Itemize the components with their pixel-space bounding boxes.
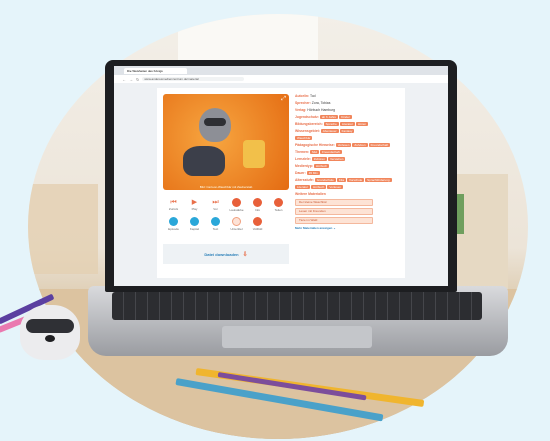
material-card: ⤢ Bild: Cartoon-Waschbär mit Zauberstab … <box>157 88 405 278</box>
browser-urlbar: ← → ↻ www.anderesmedienzentrum.de/materi… <box>114 75 448 83</box>
meta-author: Autor/in: Tod <box>295 94 316 98</box>
tag[interactable]: Fantasy <box>339 129 355 134</box>
trackpad <box>222 326 372 348</box>
laptop-screen: Die Weisheiten des Königs ← → ↻ www.ande… <box>114 66 448 286</box>
media-controls: ⏮ Zurück ▶ Play ⏭ Vor Lautstärke Info Teile… <box>163 198 289 231</box>
meta-row5: Bildungsbereich: Sprache Literatur Hören <box>295 122 369 127</box>
control-fullscreen[interactable]: Vollbild <box>247 217 268 231</box>
raccoon-illustration <box>199 108 231 142</box>
toy-mask <box>26 319 74 333</box>
volume-icon <box>232 198 241 207</box>
meta-row9: Themen: Mut Freundschaft <box>295 150 342 155</box>
meta-row7: Waschbär <box>295 136 401 141</box>
tag[interactable]: ab 6 Jahre <box>319 115 339 120</box>
tag[interactable]: Freundschaft <box>320 150 342 155</box>
raccoon-toy <box>20 305 80 360</box>
reload-icon[interactable]: ↻ <box>136 77 139 82</box>
tag[interactable]: Waschbär <box>295 136 313 141</box>
tag[interactable]: Literatur <box>295 185 311 190</box>
tag[interactable]: Zuhören <box>311 157 327 162</box>
chevron-down-icon: ⌄ <box>333 226 336 230</box>
related-item[interactable]: Der kleine Waschbär <box>295 199 373 206</box>
image-caption: Bild: Cartoon-Waschbär mit Zauberstab <box>199 185 253 189</box>
fullscreen-icon <box>253 217 262 226</box>
download-button[interactable]: Datei downloaden ⇩ <box>163 244 289 264</box>
related-heading: Weitere Materialien <box>295 192 326 196</box>
share-icon <box>274 198 283 207</box>
browser-tab[interactable]: Die Weisheiten des Königs <box>124 67 187 74</box>
related-item[interactable]: Lesen mit Freunden <box>295 208 373 215</box>
skip-back-icon: ⏮ <box>170 199 177 206</box>
control-text[interactable]: Text <box>205 217 226 231</box>
meta-row4: Jugendschutz: ab 6 Jahre Kinder <box>295 115 352 120</box>
tag[interactable]: 45 Min <box>306 171 320 176</box>
download-icon: ⇩ <box>242 251 248 258</box>
meta-row11: Medientyp: Hörbuch <box>295 164 330 169</box>
tag[interactable]: Vorlesen <box>327 185 344 190</box>
tag[interactable]: Vorlesen <box>335 143 352 148</box>
control-share[interactable]: Teilen <box>268 198 289 212</box>
chapter-icon <box>190 217 199 226</box>
meta-speaker: Sprecher: Zora, Tobias <box>295 101 331 105</box>
keyboard <box>112 292 482 320</box>
info-icon <box>253 198 262 207</box>
control-episode[interactable]: Episode <box>163 217 184 231</box>
tag[interactable]: Kinder <box>339 115 352 120</box>
episode-icon <box>169 217 178 226</box>
control-chapter[interactable]: Kapitel <box>184 217 205 231</box>
chair <box>28 184 98 274</box>
meta-row6: Wissensgebiet: Abenteuer Fantasy <box>295 129 355 134</box>
meta-row12: Dauer: 45 Min <box>295 171 320 176</box>
raccoon-mask <box>204 118 226 126</box>
browser-tabbar: Die Weisheiten des Königs <box>114 66 448 75</box>
tag[interactable]: Literatur <box>339 122 355 127</box>
meta-row14: Literatur Hörbuch Vorlesen <box>295 185 401 190</box>
control-next[interactable]: ⏭ Vor <box>205 198 226 212</box>
tag[interactable]: Hören <box>355 122 369 127</box>
related-item[interactable]: Tiere im Wald <box>295 217 373 224</box>
control-info[interactable]: Info <box>247 198 268 212</box>
tag[interactable]: Mut <box>310 150 320 155</box>
text-icon <box>211 217 220 226</box>
tag[interactable]: Vorschule <box>346 178 365 183</box>
subtitles-icon <box>232 217 241 226</box>
crown-illustration <box>243 140 265 168</box>
toy-nose <box>45 335 55 342</box>
tag[interactable]: Kita <box>336 178 346 183</box>
control-volume[interactable]: Lautstärke <box>226 198 247 212</box>
control-subtitles[interactable]: Untertitel <box>226 217 247 231</box>
tag[interactable]: Abenteuer <box>320 129 339 134</box>
pot-illustration <box>183 146 225 176</box>
control-previous[interactable]: ⏮ Zurück <box>163 198 184 212</box>
download-label: Datei downloaden <box>204 251 239 257</box>
tag[interactable]: Verstehen <box>327 157 346 162</box>
meta-row10: Lernziele: Zuhören Verstehen <box>295 157 346 162</box>
tag[interactable]: Zuhören <box>352 143 368 148</box>
tag[interactable]: Hörbuch <box>311 185 327 190</box>
address-bar[interactable]: www.anderesmedienzentrum.de/material <box>142 77 245 81</box>
tag[interactable]: Freundschaft <box>368 143 391 148</box>
tag[interactable]: Sprachförderung <box>365 178 392 183</box>
expand-icon[interactable]: ⤢ <box>281 96 286 103</box>
meta-publisher: Verlag: Hörbuch Hamburg <box>295 108 335 112</box>
tag[interactable]: Grundschule <box>314 178 336 183</box>
forward-icon[interactable]: → <box>129 77 133 82</box>
show-more-link[interactable]: Mehr Materialien anzeigen ⌄ <box>295 226 401 230</box>
meta-row13: Altersstufe: Grundschule Kita Vorschule Spr… <box>295 178 392 183</box>
back-icon[interactable]: ← <box>122 77 126 82</box>
metadata-panel: Autor/in: Tod Sprecher: Zora, Tobias Ver… <box>295 94 401 230</box>
meta-row8: Pädagogische Hinweise: Vorlesen Zuhören Fr… <box>295 143 391 148</box>
play-icon: ▶ <box>191 199 198 206</box>
control-play[interactable]: ▶ Play <box>184 198 205 212</box>
photo-scene: Die Weisheiten des Königs ← → ↻ www.ande… <box>0 0 550 441</box>
hero-image: ⤢ Bild: Cartoon-Waschbär mit Zauberstab <box>163 94 289 190</box>
tag[interactable]: Sprache <box>323 122 339 127</box>
skip-forward-icon: ⏭ <box>212 199 219 206</box>
tag[interactable]: Hörbuch <box>313 164 330 169</box>
